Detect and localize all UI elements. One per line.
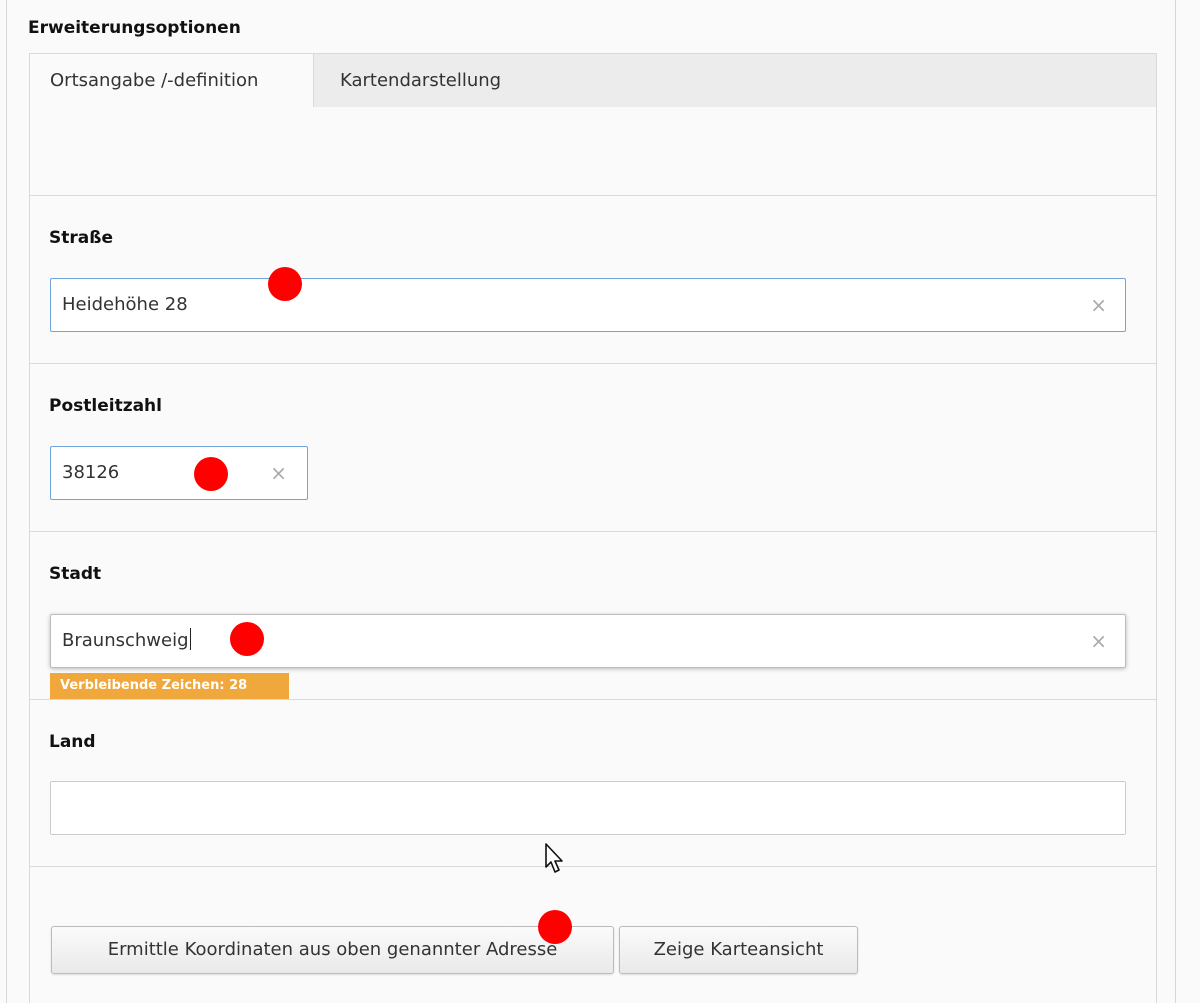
divider [29, 195, 1157, 196]
strasse-input[interactable]: Heidehöhe 28 × [50, 278, 1126, 332]
tab-panel [29, 107, 1157, 1003]
divider [29, 531, 1157, 532]
red-dot-marker [194, 457, 228, 491]
red-dot-marker [268, 267, 302, 301]
land-label: Land [49, 732, 96, 752]
close-icon[interactable]: × [1090, 615, 1107, 667]
strasse-label: Straße [49, 228, 113, 248]
tab-kartendarstellung[interactable]: Kartendarstellung [320, 54, 521, 108]
red-dot-marker [230, 622, 264, 656]
text-caret [189, 628, 191, 650]
red-dot-marker [538, 910, 572, 944]
page-border-left [6, 0, 7, 1003]
divider [29, 699, 1157, 700]
mouse-cursor-icon [545, 843, 563, 873]
plz-input[interactable]: 38126 × [50, 446, 308, 500]
close-icon[interactable]: × [1090, 279, 1107, 331]
geocode-button[interactable]: Ermittle Koordinaten aus oben genannter … [51, 926, 614, 974]
remaining-chars-badge: Verbleibende Zeichen: 28 [50, 673, 289, 699]
stadt-input[interactable]: Braunschweig × [50, 614, 1126, 668]
stadt-value: Braunschweig [62, 630, 189, 651]
divider [29, 363, 1157, 364]
plz-value: 38126 [62, 462, 120, 483]
tab-ortsangabe[interactable]: Ortsangabe /-definition [30, 54, 314, 109]
plz-label: Postleitzahl [49, 396, 162, 416]
close-icon[interactable]: × [270, 447, 287, 499]
stadt-label: Stadt [49, 564, 102, 584]
land-input[interactable] [50, 781, 1126, 835]
page-border-right [1175, 0, 1176, 1003]
show-map-button[interactable]: Zeige Karteansicht [619, 926, 858, 974]
strasse-value: Heidehöhe 28 [62, 294, 188, 315]
divider [29, 866, 1157, 867]
section-title: Erweiterungsoptionen [28, 18, 241, 38]
tab-bar: Ortsangabe /-definition Kartendarstellun… [29, 53, 1157, 109]
